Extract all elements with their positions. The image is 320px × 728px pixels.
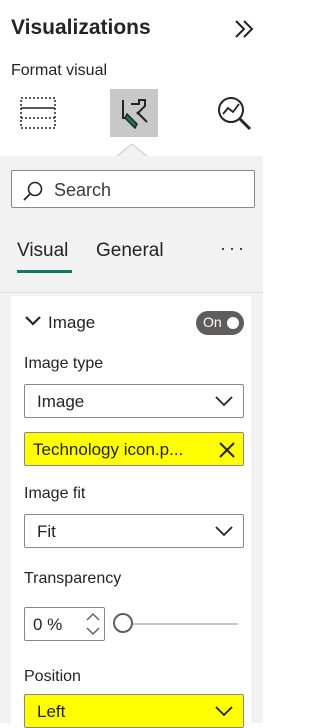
tab-general[interactable]: General — [96, 240, 164, 262]
position-value: Left — [37, 702, 66, 721]
image-fit-value: Fit — [37, 522, 56, 541]
chevron-up-icon[interactable] — [86, 612, 100, 621]
format-visual-button[interactable] — [110, 89, 158, 137]
chevron-down-icon — [215, 526, 233, 537]
search-icon — [23, 181, 43, 201]
image-fit-dropdown[interactable]: Fit — [24, 514, 244, 548]
image-type-dropdown[interactable]: Image — [24, 384, 244, 418]
chevron-down-icon — [215, 396, 233, 407]
image-type-label: Image type — [24, 355, 104, 372]
image-toggle[interactable]: On — [196, 311, 244, 335]
position-label: Position — [24, 668, 81, 685]
transparency-label: Transparency — [24, 570, 122, 587]
format-visual-label: Format visual — [11, 62, 108, 79]
search-placeholder: Search — [54, 180, 112, 200]
image-file-name: Technology icon.p... — [33, 440, 184, 459]
active-tab-caret — [117, 143, 147, 157]
search-input[interactable]: Search — [11, 170, 255, 208]
more-options-button[interactable]: ··· — [220, 238, 247, 259]
double-chevron-right-icon — [235, 20, 254, 38]
image-file-field[interactable]: Technology icon.p... — [24, 432, 244, 466]
chevron-down-icon[interactable] — [86, 627, 100, 636]
transparency-slider-thumb[interactable] — [113, 613, 133, 633]
close-icon[interactable] — [218, 441, 236, 459]
analytics-button[interactable] — [210, 89, 258, 137]
build-visual-button[interactable] — [14, 89, 62, 137]
chevron-down-icon — [215, 706, 233, 717]
toggle-label: On — [203, 314, 222, 330]
chevron-down-icon[interactable] — [24, 314, 42, 328]
divider — [0, 292, 263, 293]
transparency-slider-track[interactable] — [124, 623, 238, 625]
image-type-value: Image — [37, 392, 85, 411]
pane-title: Visualizations — [11, 16, 151, 39]
image-fit-label: Image fit — [24, 485, 86, 502]
scrollbar[interactable] — [254, 296, 263, 723]
magnify-chart-icon — [218, 97, 252, 131]
paintbrush-icon — [122, 99, 148, 130]
transparency-stepper[interactable]: 0 % — [24, 607, 105, 641]
tab-visual[interactable]: Visual — [17, 240, 68, 262]
collapse-pane-button[interactable] — [233, 18, 255, 40]
transparency-value: 0 % — [33, 615, 63, 634]
tab-active-indicator — [17, 270, 72, 273]
toggle-knob — [227, 317, 239, 329]
fields-grid-icon — [20, 97, 56, 129]
image-section-title[interactable]: Image — [48, 313, 95, 333]
